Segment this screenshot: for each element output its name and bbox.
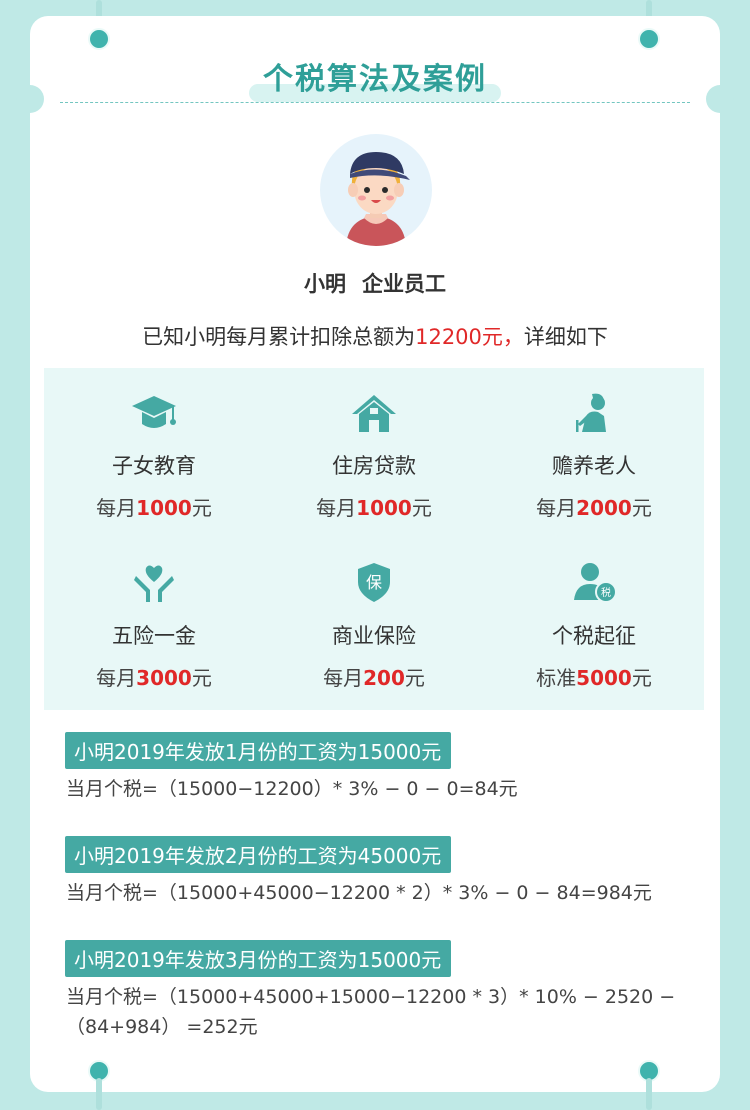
case-title-february: 小明2019年发放2月份的工资为45000元 bbox=[65, 836, 452, 873]
heart-hands-icon bbox=[134, 565, 174, 602]
pin-string-bottom-right bbox=[646, 1078, 652, 1110]
summary-prefix: 已知小明每月累计扣除总额为 bbox=[142, 325, 416, 349]
page-title: 个税算法及案例 bbox=[249, 52, 501, 102]
person-info: 小明 企业员工 bbox=[30, 268, 720, 298]
case-formula-march: 当月个税=（15000+45000+15000−12200 * 3）* 10% … bbox=[66, 986, 676, 1038]
deduction-label: 个税起征 bbox=[552, 624, 636, 648]
svg-text:税: 税 bbox=[601, 586, 611, 599]
person-role: 企业员工 bbox=[362, 272, 446, 296]
avatar bbox=[320, 134, 432, 246]
case-title-january: 小明2019年发放1月份的工资为15000元 bbox=[65, 732, 452, 769]
person-name: 小明 bbox=[304, 272, 346, 296]
elderly-person-icon bbox=[576, 393, 606, 432]
pin-top-right bbox=[638, 28, 660, 50]
deduction-item: 五险一金 每月3000元 bbox=[44, 550, 264, 691]
deduction-amount: 每月3000元 bbox=[96, 666, 212, 690]
pin-top-left bbox=[88, 28, 110, 50]
summary-total: 12200元， bbox=[415, 325, 524, 349]
deduction-label: 商业保险 bbox=[332, 624, 416, 648]
pin-string-bottom-left bbox=[96, 1078, 102, 1110]
svg-text:保: 保 bbox=[366, 573, 382, 592]
deduction-amount: 每月1000元 bbox=[316, 496, 432, 520]
deduction-amount: 每月1000元 bbox=[96, 496, 212, 520]
case-formula-january: 当月个税=（15000−12200）* 3% − 0 − 0=84元 bbox=[66, 778, 518, 800]
deduction-item: 子女教育 每月1000元 bbox=[44, 380, 264, 521]
case-title-march: 小明2019年发放3月份的工资为15000元 bbox=[65, 940, 452, 977]
tax-case-card: 个税算法及案例 小明 企业员工 已知小明每月累计扣除总额为12200元，详细如下… bbox=[16, 16, 734, 1092]
deduction-item: 赡养老人 每月2000元 bbox=[484, 380, 704, 521]
deduction-amount: 每月2000元 bbox=[536, 496, 652, 520]
deduction-label: 五险一金 bbox=[112, 624, 196, 648]
house-icon bbox=[352, 395, 396, 432]
summary-suffix: 详细如下 bbox=[523, 325, 608, 349]
deduction-label: 子女教育 bbox=[112, 454, 196, 478]
insurance-shield-icon: 保 bbox=[358, 563, 390, 602]
case-formula-february: 当月个税=（15000+45000−12200 * 2）* 3% − 0 − 8… bbox=[66, 882, 652, 904]
tax-person-icon: 税 bbox=[574, 563, 617, 603]
deduction-label: 赡养老人 bbox=[552, 454, 636, 478]
deduction-summary: 已知小明每月累计扣除总额为12200元，详细如下 bbox=[30, 321, 720, 351]
graduation-cap-icon bbox=[132, 396, 176, 428]
deduction-amount: 标准5000元 bbox=[536, 666, 652, 690]
deduction-item: 保 商业保险 每月200元 bbox=[264, 550, 484, 691]
deduction-item: 税 个税起征 标准5000元 bbox=[484, 550, 704, 691]
deduction-grid: 子女教育 每月1000元 住房贷款 每月1000元 赡养老人 每月2000元 五… bbox=[44, 368, 704, 710]
deduction-item: 住房贷款 每月1000元 bbox=[264, 380, 484, 521]
deduction-label: 住房贷款 bbox=[332, 454, 416, 478]
deduction-amount: 每月200元 bbox=[323, 666, 425, 690]
title-divider bbox=[60, 102, 690, 103]
